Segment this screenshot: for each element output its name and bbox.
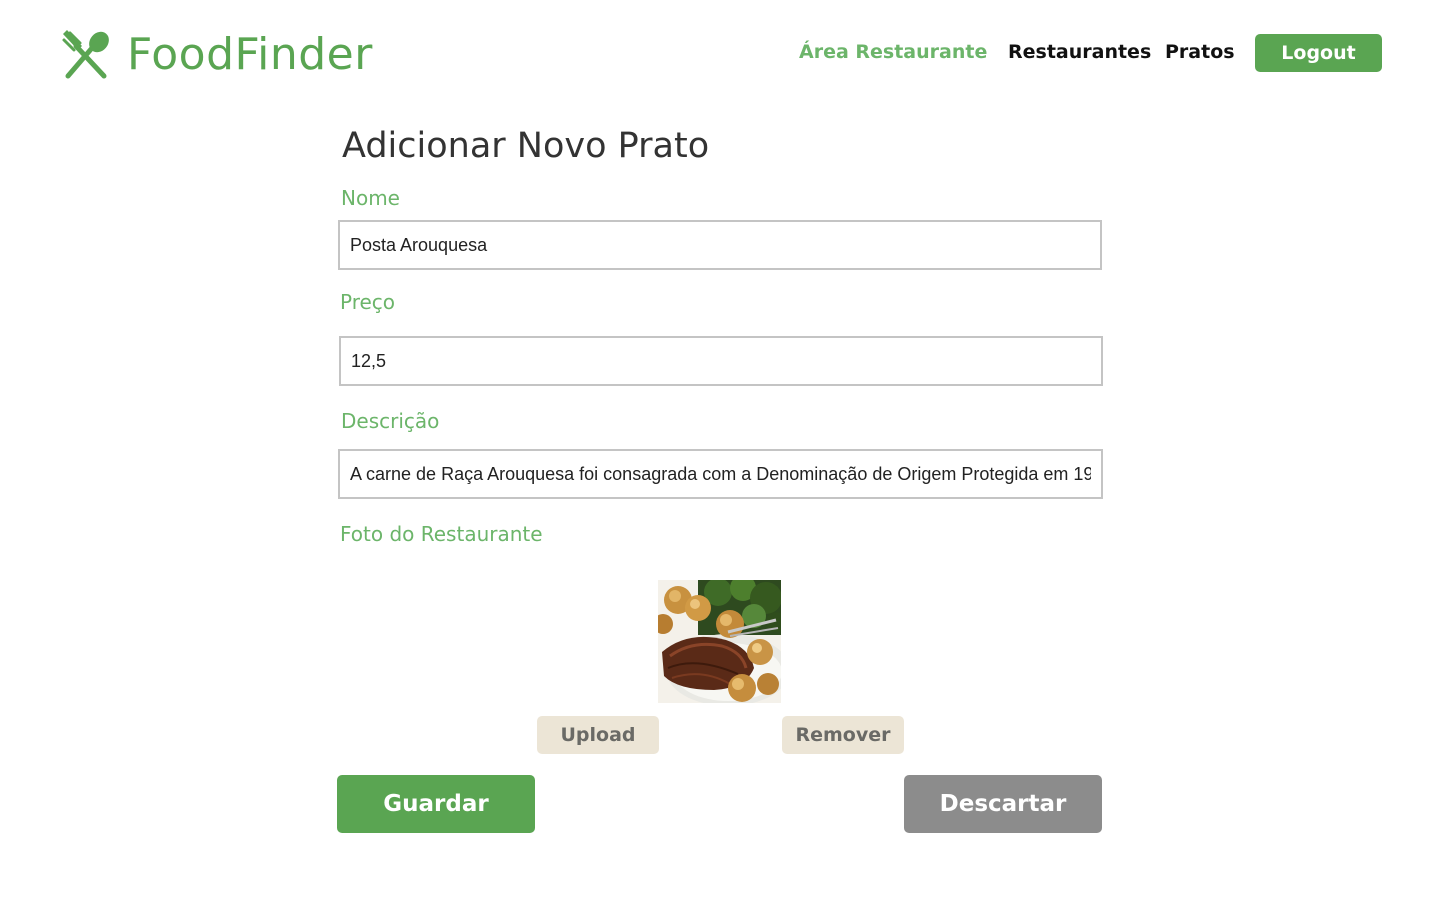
logo-text: FoodFinder bbox=[127, 29, 373, 80]
remove-photo-button[interactable]: Remover bbox=[782, 716, 904, 754]
fork-spoon-icon bbox=[62, 30, 109, 79]
logo[interactable]: FoodFinder bbox=[60, 30, 372, 80]
page-title: Adicionar Novo Prato bbox=[342, 126, 710, 166]
descricao-label: Descrição bbox=[341, 409, 440, 433]
preco-label: Preço bbox=[340, 290, 396, 314]
nav-restaurantes[interactable]: Restaurantes bbox=[1008, 40, 1151, 64]
foto-label: Foto do Restaurante bbox=[340, 522, 543, 546]
logout-button[interactable]: Logout bbox=[1255, 34, 1382, 72]
nav-area-restaurante[interactable]: Área Restaurante bbox=[799, 40, 987, 64]
nome-label: Nome bbox=[341, 186, 400, 210]
discard-button[interactable]: Descartar bbox=[904, 775, 1102, 833]
save-button[interactable]: Guardar bbox=[337, 775, 535, 833]
nav-pratos[interactable]: Pratos bbox=[1165, 40, 1235, 64]
descricao-input[interactable] bbox=[338, 449, 1103, 499]
dish-photo bbox=[658, 580, 781, 703]
nome-input[interactable] bbox=[338, 220, 1102, 270]
preco-input[interactable] bbox=[339, 336, 1103, 386]
upload-button[interactable]: Upload bbox=[537, 716, 659, 754]
